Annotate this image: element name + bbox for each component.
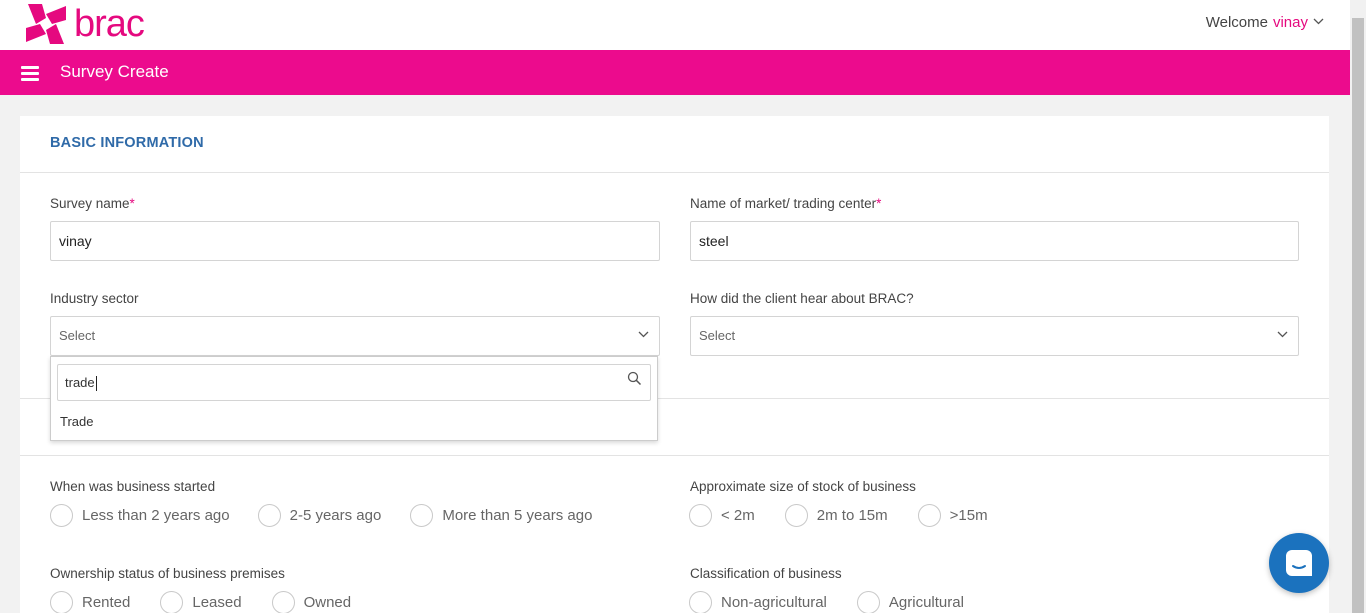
radio-label: Less than 2 years ago — [82, 507, 230, 524]
radio-less-than-2m[interactable]: < 2m — [689, 504, 755, 527]
chevron-down-icon — [638, 331, 649, 338]
hear-about-label: How did the client hear about BRAC? — [690, 291, 914, 306]
radio-label: Owned — [303, 594, 352, 611]
radio-label: Rented — [82, 594, 131, 611]
radio-label: 2m to 15m — [816, 507, 888, 524]
chevron-down-icon — [1277, 331, 1288, 338]
survey-name-input[interactable]: vinay — [50, 221, 660, 261]
radio-circle[interactable] — [410, 504, 434, 527]
radio-2m-to-15m[interactable]: 2m to 15m — [784, 504, 888, 527]
classification-label: Classification of business — [690, 566, 842, 581]
radio-circle[interactable] — [257, 504, 281, 527]
menu-icon[interactable] — [21, 66, 39, 81]
radio-leased[interactable]: Leased — [160, 591, 242, 613]
search-icon — [627, 371, 642, 386]
survey-name-label-text: Survey name — [50, 196, 130, 211]
hear-about-select[interactable]: Select — [690, 316, 1299, 356]
required-mark: * — [129, 196, 135, 211]
radio-circle[interactable] — [160, 591, 184, 613]
radio-label: Leased — [192, 594, 242, 611]
radio-less-than-2-years[interactable]: Less than 2 years ago — [50, 504, 230, 527]
radio-circle[interactable] — [784, 504, 808, 527]
radio-non-agricultural[interactable]: Non-agricultural — [689, 591, 827, 613]
radio-label: More than 5 years ago — [442, 507, 593, 524]
business-started-radio-group: Less than 2 years ago 2-5 years ago More… — [50, 504, 592, 527]
radio-circle[interactable] — [50, 504, 73, 527]
classification-radio-group: Non-agricultural Agricultural — [689, 591, 964, 613]
radio-agricultural[interactable]: Agricultural — [856, 591, 964, 613]
section-title-basic-information: BASIC INFORMATION — [50, 135, 204, 151]
radio-circle[interactable] — [271, 591, 295, 613]
industry-sector-dropdown: trade Trade — [50, 356, 658, 441]
industry-sector-label: Industry sector — [50, 291, 139, 306]
logo-wordmark: brac — [74, 3, 145, 45]
chat-launcher-button[interactable] — [1269, 533, 1329, 593]
divider — [20, 172, 1329, 173]
user-menu[interactable]: Welcome vinay — [1206, 14, 1324, 31]
required-mark: * — [876, 196, 882, 211]
market-name-label-text: Name of market/ trading center — [690, 196, 877, 211]
radio-circle[interactable] — [689, 591, 712, 613]
ownership-radio-group: Rented Leased Owned — [50, 591, 351, 613]
radio-circle[interactable] — [856, 591, 880, 613]
user-name: vinay — [1272, 14, 1308, 31]
chevron-down-icon — [1313, 18, 1324, 25]
ownership-status-label: Ownership status of business premises — [50, 566, 285, 581]
welcome-label: Welcome — [1205, 14, 1268, 31]
radio-circle[interactable] — [689, 504, 712, 527]
radio-label: 2-5 years ago — [289, 507, 382, 524]
radio-2-5-years[interactable]: 2-5 years ago — [257, 504, 382, 527]
industry-sector-select[interactable]: Select — [50, 316, 660, 356]
radio-label: Agricultural — [888, 594, 964, 611]
industry-sector-placeholder: Select — [59, 328, 96, 343]
radio-label: < 2m — [721, 507, 755, 524]
divider — [20, 455, 1329, 456]
hear-about-placeholder: Select — [699, 328, 736, 343]
radio-rented[interactable]: Rented — [50, 591, 130, 613]
stock-size-label: Approximate size of stock of business — [690, 479, 916, 494]
radio-owned[interactable]: Owned — [271, 591, 352, 613]
survey-name-label: Survey name* — [50, 196, 135, 211]
dropdown-search-input[interactable]: trade — [57, 364, 651, 401]
market-name-label: Name of market/ trading center* — [690, 196, 881, 211]
radio-circle[interactable] — [917, 504, 941, 527]
vertical-scrollbar[interactable] — [1350, 0, 1366, 613]
radio-label: >15m — [949, 507, 988, 524]
dropdown-search-value: trade — [65, 375, 95, 390]
survey-form-card: BASIC INFORMATION Survey name* vinay Nam… — [20, 116, 1329, 613]
radio-more-than-15m[interactable]: >15m — [917, 504, 988, 527]
page-title: Survey Create — [60, 62, 169, 81]
chat-icon — [1286, 550, 1312, 576]
brac-logo-icon — [26, 4, 66, 44]
scrollbar-thumb[interactable] — [1352, 18, 1364, 613]
nav-bar: Survey Create — [0, 50, 1350, 95]
market-name-input[interactable]: steel — [690, 221, 1299, 261]
brac-logo[interactable]: brac — [24, 2, 145, 46]
dropdown-option-trade[interactable]: Trade — [60, 414, 93, 429]
stock-size-radio-group: < 2m 2m to 15m >15m — [689, 504, 988, 527]
radio-label: Non-agricultural — [721, 594, 827, 611]
business-started-label: When was business started — [50, 479, 216, 494]
text-caret — [95, 376, 97, 392]
radio-more-than-5-years[interactable]: More than 5 years ago — [410, 504, 592, 527]
top-bar: brac Welcome vinay — [0, 0, 1350, 50]
radio-circle[interactable] — [50, 591, 73, 613]
